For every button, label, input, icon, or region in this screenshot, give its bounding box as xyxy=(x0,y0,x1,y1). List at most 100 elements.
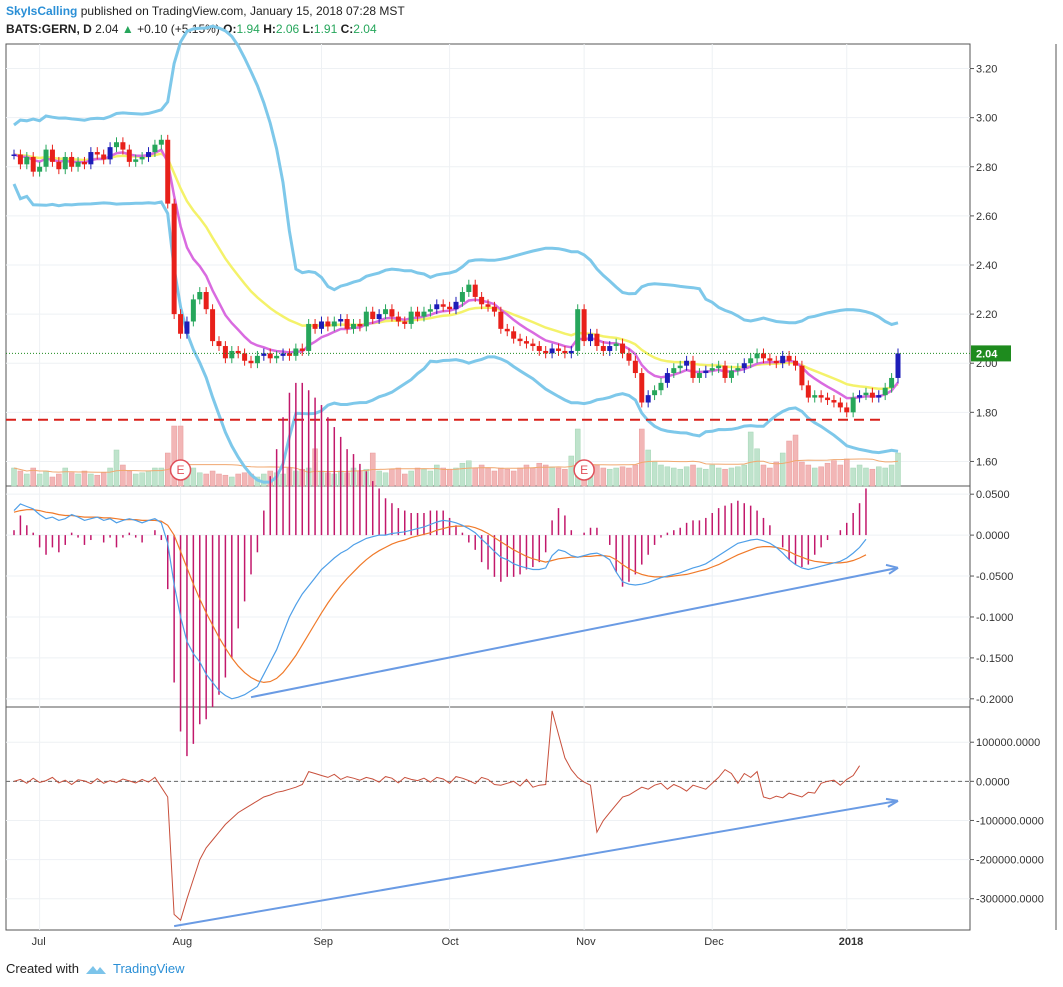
y-tick-label: 100000.0000 xyxy=(976,737,1040,749)
candle-body xyxy=(152,144,158,153)
candle-body xyxy=(370,311,376,320)
candle-body xyxy=(421,311,427,317)
candle-body xyxy=(363,311,369,327)
candle-body xyxy=(184,321,190,334)
candle-body xyxy=(626,353,632,361)
volume-bar xyxy=(811,467,818,487)
volume-bar xyxy=(837,464,844,487)
candle-body xyxy=(197,292,203,300)
candle-body xyxy=(620,343,626,354)
candle-body xyxy=(389,309,395,317)
candle-body xyxy=(222,346,228,359)
candle-body xyxy=(889,377,895,388)
bollinger-upper xyxy=(13,24,899,327)
volume-bar xyxy=(555,467,562,487)
volume-bar xyxy=(36,473,43,487)
volume-bar xyxy=(863,467,869,487)
volume-bar xyxy=(735,466,741,487)
candle-body xyxy=(62,156,68,170)
candle-body xyxy=(575,309,581,351)
y-tick-label: 2.20 xyxy=(976,309,997,321)
x-tick-label: Jul xyxy=(32,936,46,948)
volume-bar xyxy=(395,467,402,487)
candle-body xyxy=(338,319,344,322)
volume-bar xyxy=(504,468,510,487)
candle-body xyxy=(133,159,139,162)
candle-body xyxy=(158,139,164,145)
volume-bar xyxy=(568,455,575,487)
x-tick-label: Oct xyxy=(442,936,459,948)
candle-body xyxy=(754,353,760,359)
candle-body xyxy=(49,149,55,162)
candle-body xyxy=(594,333,600,347)
candle-body xyxy=(485,304,491,307)
candle-body xyxy=(178,314,184,334)
chart-canvas[interactable]: Jul Aug Sep Oct Nov Dec 2018 3.20 3.00 2.80 2.60 2.… xyxy=(0,0,1063,955)
candle-body xyxy=(684,360,690,366)
candle-body xyxy=(242,353,248,361)
candle-body xyxy=(639,373,645,403)
created-with-text: Created with xyxy=(6,961,79,976)
volume-bar xyxy=(132,473,139,487)
volume-bar xyxy=(805,464,812,487)
y-tick-label: 3.00 xyxy=(976,113,997,125)
x-tick-label: Aug xyxy=(173,936,193,948)
candle-body xyxy=(780,355,786,364)
candle-body xyxy=(671,368,677,374)
volume-bar xyxy=(696,467,703,487)
candle-body xyxy=(113,142,119,148)
candle-body xyxy=(709,368,715,371)
volume-bar xyxy=(68,472,75,487)
candle-body xyxy=(479,296,485,305)
candle-body xyxy=(831,400,837,403)
volume-bar xyxy=(626,467,632,487)
candle-body xyxy=(805,385,811,398)
volume-bar xyxy=(440,467,446,487)
volume-bar xyxy=(81,470,88,487)
volume-bar xyxy=(11,467,17,487)
candle-body xyxy=(863,392,869,396)
y-tick-label: 3.20 xyxy=(976,64,997,76)
candle-body xyxy=(530,343,536,347)
candle-body xyxy=(312,323,318,329)
y-tick-label: -0.0500 xyxy=(976,571,1013,583)
candle-body xyxy=(146,152,152,157)
candle-body xyxy=(235,350,241,354)
candle-body xyxy=(56,161,62,170)
tradingview-brand[interactable]: TradingView xyxy=(113,961,185,976)
volume-bar xyxy=(453,467,459,487)
candle-body xyxy=(139,156,145,160)
candle-body xyxy=(677,365,683,369)
volume-bar xyxy=(850,467,856,487)
candle-body xyxy=(126,149,132,162)
candle-body xyxy=(427,309,433,312)
volume-bar xyxy=(824,462,831,487)
volume-bar xyxy=(62,467,68,487)
candle-body xyxy=(837,402,843,408)
candle-body xyxy=(402,321,408,324)
volume-bar xyxy=(786,440,792,487)
candle-body xyxy=(30,156,36,172)
candle-body xyxy=(107,147,113,160)
candle-body xyxy=(491,306,497,312)
volume-bar xyxy=(760,464,767,487)
x-tick-label: Sep xyxy=(313,936,333,948)
candle-body xyxy=(447,306,453,310)
candle-body xyxy=(523,341,529,344)
volume-bar xyxy=(402,473,408,487)
candle-body xyxy=(274,355,280,359)
candle-body xyxy=(748,358,754,364)
volume-bar xyxy=(113,449,120,487)
y-tick-label: 0.0000 xyxy=(976,530,1010,542)
candle-body xyxy=(581,309,587,342)
y-tick-label: -300000.0000 xyxy=(976,894,1044,906)
volume-bar xyxy=(658,464,664,487)
candle-body xyxy=(69,156,75,167)
volume-bar xyxy=(389,468,395,487)
candle-body xyxy=(453,301,459,310)
candle-body xyxy=(869,392,875,398)
candle-body xyxy=(94,152,100,155)
volume-bar xyxy=(376,470,382,487)
candle-body xyxy=(741,363,747,369)
candle-body xyxy=(344,319,350,329)
